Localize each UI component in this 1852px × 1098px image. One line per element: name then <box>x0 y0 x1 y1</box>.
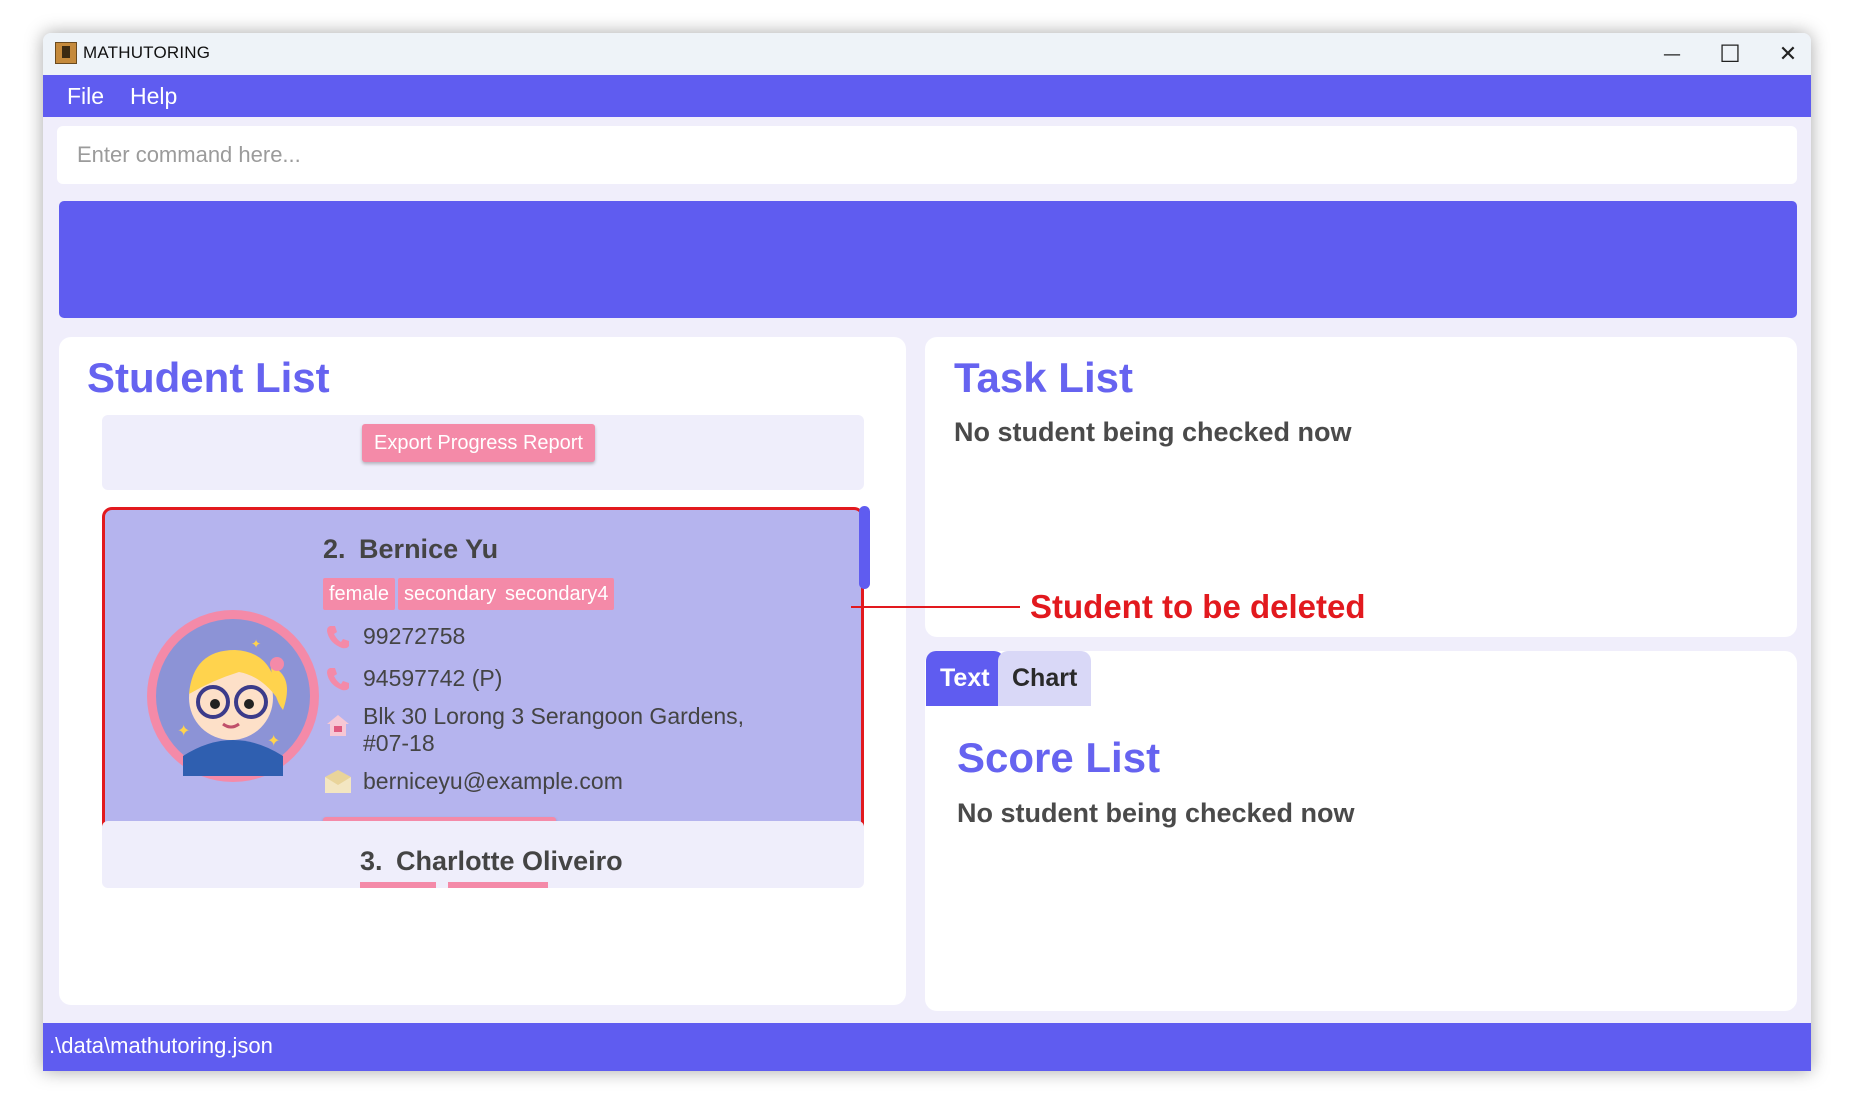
score-list-title: Score List <box>957 734 1161 781</box>
student-address-line1: Blk 30 Lorong 3 Serangoon Gardens, <box>363 703 745 729</box>
tag-secondary4: secondary4 <box>499 578 615 610</box>
title-bar: MATHUTORING — ☐ ✕ <box>43 33 1811 75</box>
student-card-next[interactable]: 3. Charlotte Oliveiro <box>102 821 864 888</box>
student-name-text: Charlotte Oliveiro <box>396 846 623 876</box>
window-title: MATHUTORING <box>83 43 211 62</box>
score-list-status: No student being checked now <box>957 798 1355 828</box>
app-window: MATHUTORING — ☐ ✕ File Help Student List… <box>43 33 1811 1071</box>
menu-help[interactable]: Help <box>130 83 177 110</box>
annotation-label: Student to be deleted <box>1030 588 1366 625</box>
command-box <box>57 126 1797 184</box>
svg-text:✦: ✦ <box>267 733 280 750</box>
status-bar: .\data\mathutoring.json <box>43 1023 1811 1071</box>
student-index: 2. <box>323 534 346 564</box>
tag-female: female <box>323 578 396 610</box>
avatar: ✦ ✦ ✦ <box>143 606 323 786</box>
phone-icon <box>323 664 353 694</box>
export-progress-button[interactable]: Export Progress Report <box>362 424 595 462</box>
close-button[interactable]: ✕ <box>1753 33 1811 75</box>
maximize-icon: ☐ <box>1719 40 1741 68</box>
tab-text[interactable]: Text <box>926 651 1004 706</box>
student-name-text: Bernice Yu <box>359 534 499 564</box>
house-icon <box>323 710 353 740</box>
tag-secondary: secondary <box>398 578 503 610</box>
student-address-line2: #07-18 <box>363 730 435 756</box>
tab-chart[interactable]: Chart <box>998 651 1092 706</box>
app-icon <box>55 42 77 64</box>
student-parent-phone: 94597742 (P) <box>363 665 503 691</box>
data-file-path: .\data\mathutoring.json <box>49 1033 273 1058</box>
student-name: 3. Charlotte Oliveiro <box>360 846 623 877</box>
close-icon: ✕ <box>1778 41 1798 67</box>
annotation-line <box>851 606 1020 608</box>
minimize-icon: — <box>1663 43 1681 65</box>
result-display <box>59 201 1797 318</box>
svg-text:✦: ✦ <box>177 723 190 740</box>
student-card-previous[interactable]: Export Progress Report <box>102 415 864 490</box>
menu-bar: File Help <box>43 75 1811 117</box>
student-email: berniceyu@example.com <box>363 768 623 794</box>
command-input[interactable] <box>57 126 1797 184</box>
svg-text:✦: ✦ <box>251 637 261 651</box>
tag-partial <box>448 882 548 888</box>
student-name: 2. Bernice Yu <box>323 534 498 565</box>
phone-icon <box>323 622 353 652</box>
tag-partial <box>360 882 436 888</box>
student-index: 3. <box>360 846 383 876</box>
student-phone: 99272758 <box>363 623 466 649</box>
student-list-title: Student List <box>87 354 330 401</box>
envelope-icon <box>323 767 353 797</box>
task-list-status: No student being checked now <box>954 417 1352 447</box>
menu-file[interactable]: File <box>67 83 104 110</box>
student-list-panel: Student List Export Progress Report ✦ ✦ … <box>59 337 906 1005</box>
student-list-scrollbar[interactable] <box>859 506 870 589</box>
task-list-title: Task List <box>954 354 1133 401</box>
